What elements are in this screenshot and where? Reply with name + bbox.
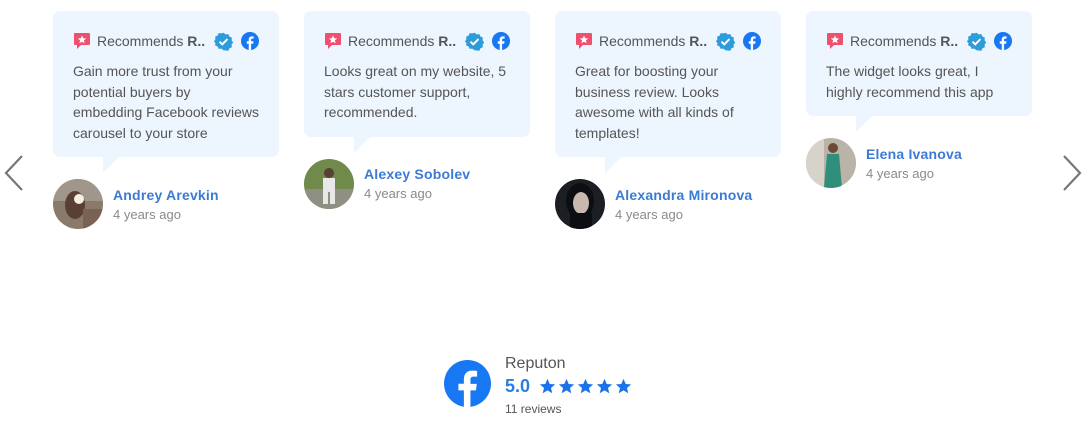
- author-name[interactable]: Alexey Sobolev: [364, 166, 470, 182]
- star-icon: [615, 378, 632, 394]
- recommend-icon: [325, 33, 341, 49]
- author-name[interactable]: Alexandra Mironova: [615, 187, 752, 203]
- recommends-label: Recommends R..: [97, 33, 206, 49]
- facebook-icon: [994, 32, 1012, 50]
- review-card: Recommends R.. The widget looks great, I…: [806, 11, 1032, 188]
- review-author: Andrey Arevkin 4 years ago: [53, 179, 279, 229]
- chevron-left-icon: [4, 155, 23, 191]
- review-time: 4 years ago: [866, 165, 934, 181]
- star-rating: [539, 378, 634, 395]
- review-text: Great for boosting your business review.…: [575, 63, 734, 141]
- verified-badge-icon: [465, 32, 484, 51]
- reviews-count[interactable]: 11 reviews: [505, 402, 634, 416]
- star-icon: [558, 378, 575, 394]
- star-icon: [596, 378, 613, 394]
- author-name[interactable]: Andrey Arevkin: [113, 187, 219, 203]
- facebook-icon: [743, 32, 761, 50]
- verified-badge-icon: [967, 32, 986, 51]
- review-bubble: Recommends R.. The widget looks great, I…: [806, 11, 1032, 132]
- author-name[interactable]: Elena Ivanova: [866, 146, 962, 162]
- verified-badge-icon: [214, 32, 233, 51]
- review-time: 4 years ago: [364, 186, 432, 201]
- review-card: Recommends R.. Great for boosting your b…: [555, 11, 781, 229]
- review-time: 4 years ago: [113, 206, 181, 222]
- facebook-icon: [492, 32, 510, 50]
- review-text: The widget looks great, I highly recomme…: [826, 63, 994, 100]
- business-name: Reputon: [505, 355, 566, 372]
- rating-summary: Reputon 5.0 11 reviews: [444, 355, 634, 416]
- review-author: Alexandra Mironova 4 years ago: [555, 179, 781, 229]
- chevron-right-icon: [1063, 155, 1082, 191]
- review-author: Alexey Sobolev 4 years ago: [304, 158, 530, 209]
- review-text: Gain more trust from your potential buye…: [73, 63, 259, 141]
- carousel-prev-button[interactable]: [0, 152, 30, 194]
- rating-value: 5.0: [505, 376, 531, 396]
- avatar: [806, 138, 856, 188]
- review-card: Recommends R.. Looks great on my website…: [304, 11, 530, 209]
- avatar: [53, 179, 103, 229]
- avatar: [555, 179, 605, 229]
- recommends-label: Recommends R..: [850, 33, 959, 49]
- review-bubble: Recommends R.. Great for boosting your b…: [555, 11, 781, 173]
- star-icon: [577, 378, 594, 394]
- verified-badge-icon: [716, 32, 735, 51]
- recommend-icon: [74, 33, 90, 49]
- review-bubble: Recommends R.. Looks great on my website…: [304, 11, 530, 152]
- recommends-label: Recommends R..: [348, 33, 457, 49]
- facebook-icon: [241, 32, 259, 50]
- avatar: [304, 158, 354, 209]
- review-time: 4 years ago: [615, 206, 683, 222]
- review-card: Recommends R.. Gain more trust from your…: [53, 11, 279, 229]
- review-author: Elena Ivanova 4 years ago: [806, 138, 1032, 188]
- review-text: Looks great on my website, 5 stars custo…: [324, 63, 507, 120]
- recommend-icon: [827, 33, 843, 49]
- star-icon: [539, 378, 556, 394]
- review-bubble: Recommends R.. Gain more trust from your…: [53, 11, 279, 173]
- facebook-icon: [444, 360, 491, 407]
- recommends-label: Recommends R..: [599, 33, 708, 49]
- carousel-next-button[interactable]: [1056, 152, 1086, 194]
- recommend-icon: [576, 33, 592, 49]
